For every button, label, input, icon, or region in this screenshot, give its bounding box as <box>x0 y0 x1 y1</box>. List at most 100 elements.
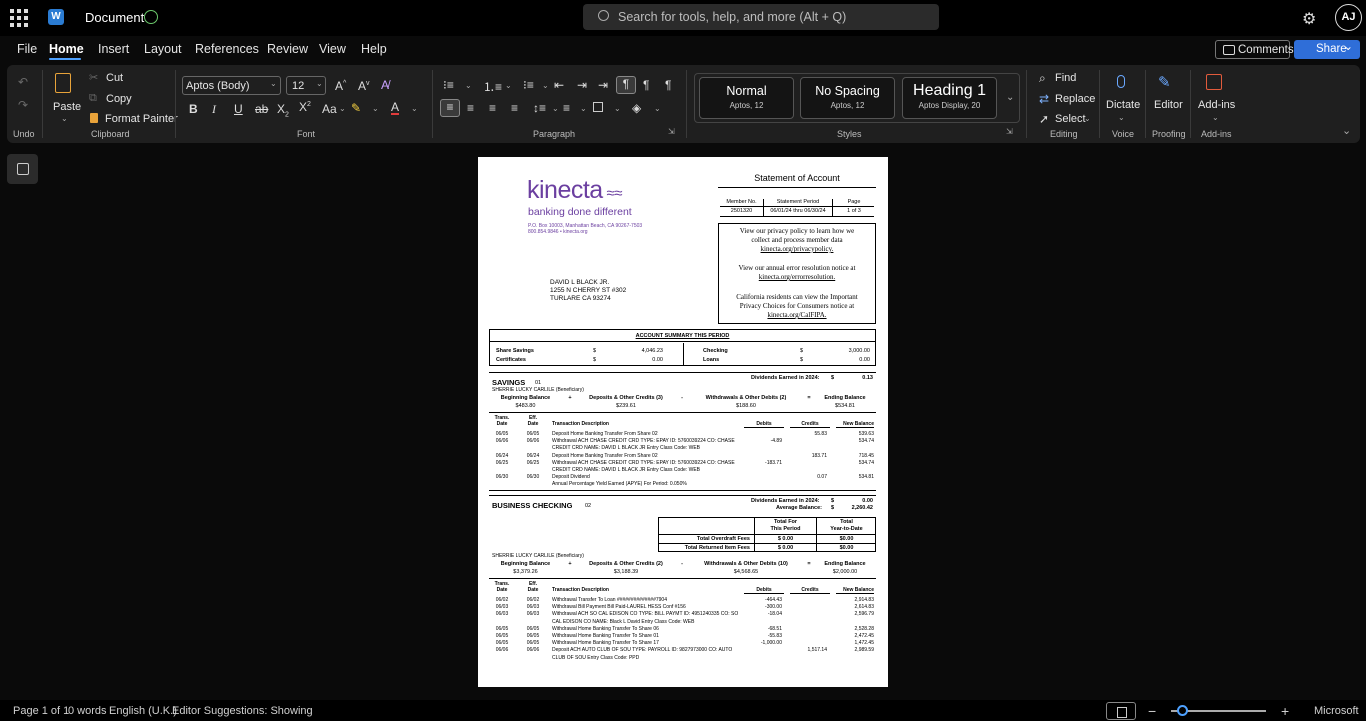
bullets-icon[interactable]: ⁝≡ <box>443 78 454 92</box>
increase-indent-icon[interactable]: ⇥ <box>577 78 587 92</box>
paste-dropdown-icon[interactable]: ⌄ <box>61 114 68 123</box>
print-layout-view-button[interactable] <box>1106 702 1136 720</box>
format-painter-icon[interactable] <box>90 113 98 123</box>
editor-label[interactable]: Editor <box>1154 99 1183 111</box>
grow-font-icon[interactable]: A^ <box>335 79 346 93</box>
shading-icon[interactable]: ◈ <box>632 101 641 115</box>
size-dropdown-icon[interactable]: ⌄ <box>316 79 323 88</box>
page-count[interactable]: Page 1 of 1 <box>13 705 69 717</box>
menu-file[interactable]: File <box>17 42 37 56</box>
menu-references[interactable]: References <box>195 42 259 56</box>
style-heading-1[interactable]: Heading 1 Aptos Display, 20 <box>902 77 997 119</box>
document-page[interactable]: kinecta ≈≈ banking done different P.O. B… <box>478 157 888 687</box>
navigation-pane-button[interactable] <box>7 154 38 184</box>
cut-label[interactable]: Cut <box>106 72 123 84</box>
increase-indent-2-icon[interactable]: ⇥ <box>598 78 608 92</box>
align-center-icon[interactable]: ≡ <box>467 101 474 115</box>
copy-label[interactable]: Copy <box>106 93 132 105</box>
dictate-dropdown-icon[interactable]: ⌄ <box>1118 113 1125 122</box>
language[interactable]: English (U.K.) <box>109 705 177 717</box>
ltr-icon[interactable]: ¶ <box>616 76 636 94</box>
menu-review[interactable]: Review <box>267 42 308 56</box>
search-placeholder[interactable]: Search for tools, help, and more (Alt + … <box>618 10 846 24</box>
format-painter-label[interactable]: Format Painter <box>105 113 178 125</box>
error-resolution-link[interactable]: kinecta.org/errorresolution. <box>719 273 875 281</box>
styles-more-icon[interactable]: ⌄ <box>1006 92 1014 103</box>
paste-label[interactable]: Paste <box>53 101 81 113</box>
line-spacing-icon[interactable]: ↕≡ <box>533 101 546 115</box>
style-no-spacing[interactable]: No Spacing Aptos, 12 <box>800 77 895 119</box>
change-case-icon[interactable]: Aa <box>322 102 337 116</box>
microphone-icon[interactable] <box>1117 75 1125 88</box>
bold-icon[interactable]: B <box>189 102 198 116</box>
menu-insert[interactable]: Insert <box>98 42 129 56</box>
superscript-icon[interactable]: X2 <box>299 100 311 114</box>
styles-launcher-icon[interactable]: ⇲ <box>1006 127 1013 136</box>
paste-icon[interactable] <box>55 73 71 93</box>
font-name-select[interactable]: Aptos (Body) <box>182 76 281 95</box>
style-normal[interactable]: Normal Aptos, 12 <box>699 77 794 119</box>
shading-dropdown-icon[interactable]: ⌄ <box>654 104 661 113</box>
share-button[interactable]: Share <box>1294 39 1360 59</box>
underline-icon[interactable]: U <box>234 102 243 116</box>
add-ins-label[interactable]: Add-ins <box>1198 99 1235 111</box>
editor-suggestions[interactable]: Editor Suggestions: Showing <box>172 705 313 717</box>
rtl-icon[interactable]: ¶ <box>643 78 649 92</box>
borders-icon[interactable] <box>593 102 603 112</box>
menu-layout[interactable]: Layout <box>144 42 182 56</box>
strikethrough-icon[interactable]: ab <box>255 102 268 116</box>
add-ins-dropdown-icon[interactable]: ⌄ <box>1212 113 1219 122</box>
cut-icon[interactable]: ✂ <box>89 71 98 84</box>
shrink-font-icon[interactable]: Av <box>358 79 370 93</box>
copy-icon[interactable]: ⧉ <box>89 92 97 105</box>
paragraph-spacing-dropdown-icon[interactable]: ⌄ <box>580 104 587 113</box>
saved-status-icon[interactable] <box>144 10 158 24</box>
font-dropdown-icon[interactable]: ⌄ <box>270 79 277 88</box>
zoom-in-icon[interactable]: + <box>1281 703 1289 719</box>
zoom-level[interactable]: Microsoft <box>1314 705 1359 717</box>
select-dropdown-icon[interactable]: ⌄ <box>1084 114 1091 123</box>
line-spacing-dropdown-icon[interactable]: ⌄ <box>552 104 559 113</box>
bullets-dropdown-icon[interactable]: ⌄ <box>465 81 472 90</box>
multilevel-list-icon[interactable]: ⁝≡ <box>523 78 534 92</box>
multilevel-dropdown-icon[interactable]: ⌄ <box>542 81 549 90</box>
dictate-label[interactable]: Dictate <box>1106 99 1140 111</box>
undo-icon[interactable]: ↶ <box>18 75 28 89</box>
italic-icon[interactable]: I <box>212 102 216 117</box>
select-label[interactable]: Select <box>1055 113 1086 125</box>
app-launcher-icon[interactable] <box>10 9 28 27</box>
justify-icon[interactable]: ≡ <box>511 101 518 115</box>
align-right-icon[interactable]: ≡ <box>489 101 496 115</box>
settings-gear-icon[interactable]: ⚙ <box>1302 9 1316 29</box>
calfipa-link[interactable]: kinecta.org/CalFIPA. <box>719 311 875 319</box>
replace-icon[interactable]: ⇄ <box>1039 92 1049 106</box>
document-title[interactable]: Document <box>85 10 144 25</box>
borders-dropdown-icon[interactable]: ⌄ <box>614 104 621 113</box>
clear-formatting-icon[interactable]: A̸ <box>381 78 389 92</box>
align-left-icon[interactable]: ≡ <box>440 99 460 117</box>
paragraph-spacing-icon[interactable]: ≡ <box>563 101 570 115</box>
find-icon[interactable]: ⌕ <box>1039 71 1046 86</box>
zoom-out-icon[interactable]: − <box>1148 703 1156 719</box>
privacy-link[interactable]: kinecta.org/privacypolicy. <box>719 245 875 253</box>
ribbon-collapse-icon[interactable]: ⌄ <box>1342 124 1351 137</box>
zoom-slider-thumb[interactable] <box>1177 705 1188 716</box>
case-dropdown-icon[interactable]: ⌄ <box>339 104 346 113</box>
font-color-icon[interactable]: A <box>391 101 400 115</box>
menu-home[interactable]: Home <box>49 42 84 56</box>
highlight-dropdown-icon[interactable]: ⌄ <box>372 104 379 113</box>
replace-label[interactable]: Replace <box>1055 93 1095 105</box>
menu-view[interactable]: View <box>319 42 346 56</box>
select-icon[interactable]: ➚ <box>1039 112 1049 126</box>
paragraph-launcher-icon[interactable]: ⇲ <box>668 127 675 136</box>
highlight-icon[interactable]: ✎ <box>351 101 361 115</box>
numbering-icon[interactable]: ⒈≡ <box>483 78 502 95</box>
subscript-icon[interactable]: X2 <box>277 102 289 118</box>
avatar[interactable]: AJ <box>1335 4 1362 31</box>
decrease-indent-icon[interactable]: ⇤ <box>554 78 564 92</box>
comments-button[interactable]: Comments <box>1215 40 1294 59</box>
editor-icon[interactable]: ✎ <box>1158 73 1171 91</box>
add-ins-icon[interactable] <box>1206 74 1222 90</box>
word-count[interactable]: 0 words <box>68 705 107 717</box>
menu-help[interactable]: Help <box>361 42 387 56</box>
